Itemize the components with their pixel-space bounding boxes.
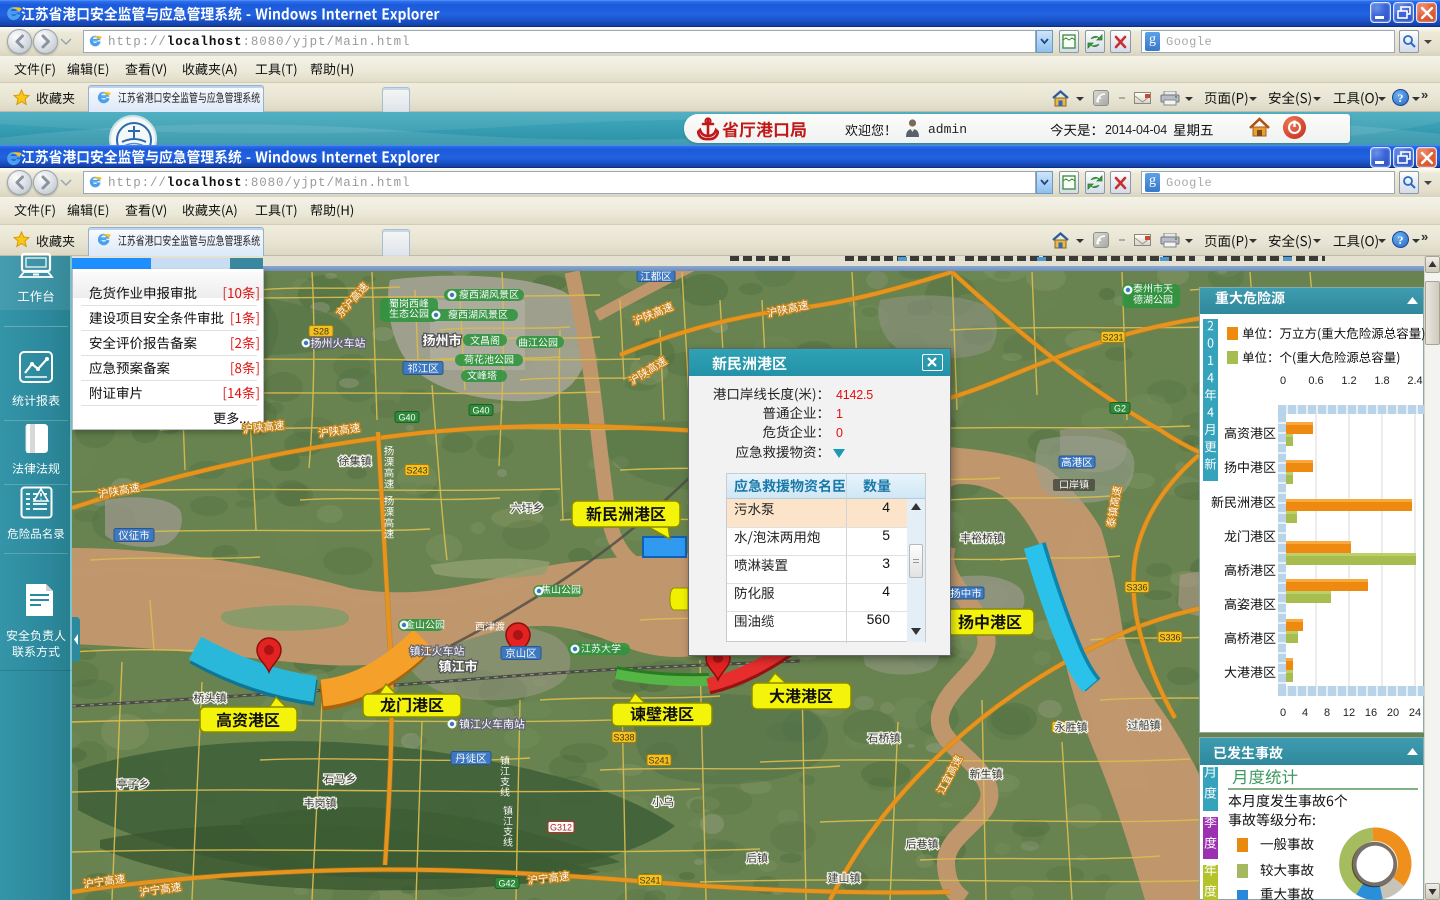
svg-text:G312: G312 [550, 823, 572, 833]
svg-text:S241: S241 [639, 876, 660, 886]
svg-text:G42: G42 [498, 879, 515, 889]
svg-text:S231: S231 [1102, 333, 1123, 343]
svg-text:S243: S243 [406, 466, 427, 476]
svg-text:S338: S338 [1053, 723, 1074, 733]
svg-text:G40: G40 [472, 406, 489, 416]
svg-text:G40: G40 [398, 413, 415, 423]
svg-text:S338: S338 [613, 733, 634, 743]
svg-text:S28: S28 [313, 327, 329, 337]
svg-text:S336: S336 [1159, 633, 1180, 643]
svg-text:S241: S241 [648, 756, 669, 766]
svg-text:G2: G2 [1114, 404, 1126, 414]
svg-text:S336: S336 [1126, 583, 1147, 593]
